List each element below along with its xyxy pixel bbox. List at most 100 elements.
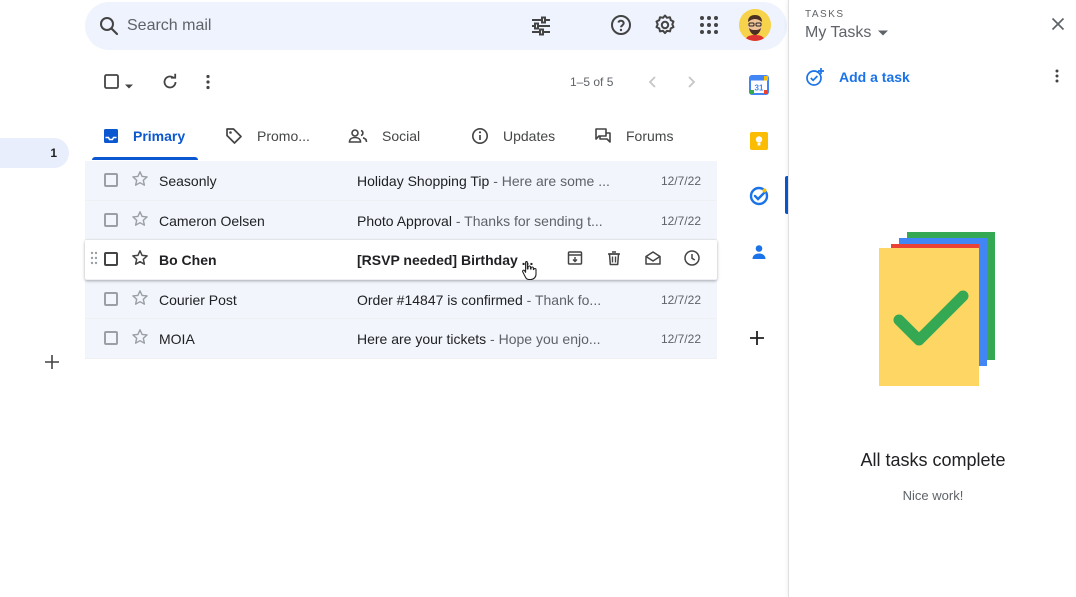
tab-updates[interactable]: Updates	[471, 112, 555, 160]
star-icon[interactable]	[131, 249, 149, 272]
email-sender: MOIA	[159, 331, 195, 347]
tab-label: Forums	[626, 128, 674, 144]
tab-label: Promo...	[257, 128, 310, 144]
prev-page-icon[interactable]	[647, 75, 659, 94]
search-options-icon[interactable]	[529, 14, 553, 43]
info-icon	[471, 127, 489, 145]
email-sender: Seasonly	[159, 173, 217, 189]
left-nav: 1	[0, 0, 85, 597]
row-checkbox[interactable]	[104, 291, 118, 306]
drag-handle-icon[interactable]	[90, 251, 98, 270]
next-page-icon[interactable]	[685, 75, 697, 94]
task-list-selector[interactable]: My Tasks	[805, 24, 891, 42]
mark-read-icon[interactable]	[644, 249, 662, 272]
archive-icon[interactable]	[566, 249, 584, 272]
panel-label: TASKS	[805, 9, 845, 20]
tab-label: Primary	[133, 128, 186, 144]
tab-promotions[interactable]: Promo...	[225, 112, 310, 160]
snooze-icon[interactable]	[683, 249, 701, 272]
avatar[interactable]	[739, 9, 771, 41]
tab-label: Updates	[503, 128, 556, 144]
email-sender: Cameron Oelsen	[159, 212, 265, 229]
create-label-button[interactable]	[40, 350, 64, 374]
add-task-button[interactable]: Add a task	[805, 67, 910, 87]
all-done-illustration	[877, 230, 997, 395]
star-icon[interactable]	[131, 210, 149, 233]
search-icon[interactable]	[97, 14, 121, 43]
table-row[interactable]: Courier Post Order #14847 is confirmed -…	[85, 279, 717, 319]
add-task-icon	[806, 68, 824, 86]
help-icon[interactable]	[609, 13, 633, 42]
email-subject: Photo Approval - Thanks for sending t...	[357, 213, 603, 229]
nav-item-inbox[interactable]: 1	[0, 138, 69, 168]
row-checkbox[interactable]	[104, 252, 118, 266]
more-vert-icon[interactable]	[203, 73, 213, 96]
email-sender: Bo Chen	[159, 252, 217, 268]
hand-cursor-icon	[521, 260, 537, 285]
inbox-icon	[103, 128, 119, 144]
empty-state-subtitle: Nice work!	[902, 488, 964, 503]
contacts-icon[interactable]	[749, 242, 769, 267]
email-subject: Here are your tickets - Hope you enjo...	[357, 331, 601, 347]
search-bar	[85, 2, 787, 50]
table-row[interactable]: Seasonly Holiday Shopping Tip - Here are…	[85, 161, 717, 201]
tasks-icon[interactable]	[749, 186, 769, 211]
subject-text: Order #14847 is confirmed	[357, 291, 523, 308]
plus-icon	[45, 355, 59, 369]
email-list: Seasonly Holiday Shopping Tip - Here are…	[85, 161, 717, 359]
refresh-icon[interactable]	[161, 73, 179, 96]
email-snippet: - Hope you enjo...	[486, 331, 601, 347]
gear-icon[interactable]	[653, 13, 677, 42]
inbox-count: 1	[50, 146, 57, 160]
chevron-down-icon[interactable]	[124, 78, 134, 96]
tab-social[interactable]: Social	[348, 112, 420, 160]
subject-text: [RSVP needed] Birthday ...	[357, 252, 534, 268]
close-icon[interactable]	[1051, 17, 1065, 36]
tab-label: Social	[382, 128, 421, 144]
calendar-icon[interactable]: 31	[749, 75, 769, 100]
mail-main: 1–5 of 5 Primary Promo... Social	[85, 0, 787, 597]
star-icon[interactable]	[131, 170, 149, 193]
email-snippet: - Thanks for sending t...	[451, 212, 603, 229]
select-all-checkbox[interactable]	[104, 74, 120, 95]
star-icon[interactable]	[131, 289, 149, 312]
star-icon[interactable]	[131, 328, 149, 351]
empty-state-title: All tasks complete	[860, 450, 1006, 470]
table-row[interactable]: Bo Chen [RSVP needed] Birthday ...	[85, 240, 717, 280]
email-date: 12/7/22	[660, 292, 701, 307]
email-subject: Order #14847 is confirmed - Thank fo...	[357, 292, 601, 308]
apps-grid-icon[interactable]	[697, 13, 721, 42]
calendar-day: 31	[755, 84, 764, 93]
table-row[interactable]: MOIA Here are your tickets - Hope you en…	[85, 319, 717, 359]
email-date: 12/7/22	[660, 332, 701, 346]
row-checkbox[interactable]	[104, 212, 118, 227]
email-date: 12/7/22	[660, 174, 701, 188]
add-task-label: Add a task	[839, 69, 910, 85]
row-checkbox[interactable]	[104, 331, 118, 345]
tag-icon	[225, 127, 243, 145]
subject-text: Photo Approval	[357, 212, 452, 229]
add-app-icon[interactable]	[749, 330, 765, 351]
delete-icon[interactable]	[605, 249, 623, 272]
subject-text: Holiday Shopping Tip	[357, 173, 490, 189]
mail-toolbar: 1–5 of 5	[85, 62, 787, 102]
table-row[interactable]: Cameron Oelsen Photo Approval - Thanks f…	[85, 200, 717, 240]
row-checkbox[interactable]	[104, 173, 118, 187]
tab-primary[interactable]: Primary	[103, 112, 185, 160]
tab-forums[interactable]: Forums	[594, 112, 673, 160]
keep-icon[interactable]	[749, 131, 769, 156]
search-input[interactable]	[127, 12, 487, 40]
email-snippet: - Here are some ...	[489, 173, 610, 189]
email-subject: [RSVP needed] Birthday ...	[357, 252, 533, 268]
active-tab-indicator	[92, 157, 198, 160]
subject-text: Here are your tickets	[357, 331, 487, 347]
more-vert-icon[interactable]	[1053, 68, 1061, 89]
people-icon	[348, 128, 368, 144]
email-subject: Holiday Shopping Tip - Here are some ...	[357, 173, 610, 189]
tasks-panel: TASKS My Tasks Add a task All tasks comp…	[788, 0, 1076, 597]
email-date: 12/7/22	[660, 213, 701, 228]
task-list-name: My Tasks	[805, 24, 872, 41]
email-snippet: - Thank fo...	[522, 291, 602, 308]
chevron-down-icon	[878, 30, 889, 36]
pagination-text: 1–5 of 5	[570, 75, 614, 89]
